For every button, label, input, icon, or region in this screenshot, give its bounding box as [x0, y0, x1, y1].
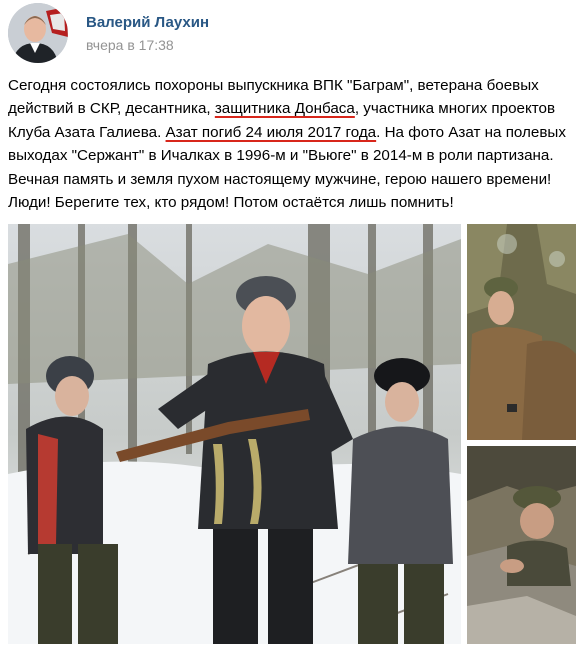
side-photo-top[interactable]	[467, 224, 576, 440]
side-photo-bottom[interactable]	[467, 446, 576, 644]
author-name[interactable]: Валерий Лаухин	[86, 14, 209, 31]
post-text-line: действий в СКР, десантника, защитника До…	[8, 97, 578, 120]
author-avatar[interactable]	[8, 3, 68, 63]
post-text: Сегодня состоялись похороны выпускника В…	[8, 74, 578, 214]
text-segment: действий в СКР, десантника,	[8, 100, 215, 117]
text-segment: Клуба Азата Галиева.	[8, 124, 166, 141]
post-timestamp[interactable]: вчера в 17:38	[86, 37, 174, 53]
text-segment: выходах "Сержант" в Ичалках в 1996-м и "…	[8, 147, 554, 164]
underlined-phrase: Азат погиб 24 июля 2017 года	[166, 124, 377, 141]
post-text-line: Сегодня состоялись похороны выпускника В…	[8, 74, 578, 97]
text-segment: Вечная память и земля пухом настоящему м…	[8, 171, 551, 188]
post-text-line: Клуба Азата Галиева. Азат погиб 24 июля …	[8, 121, 578, 144]
underlined-phrase: защитника Донбаса	[215, 100, 355, 117]
post-text-line: выходах "Сержант" в Ичалках в 1996-м и "…	[8, 144, 578, 167]
text-segment: , участника многих проектов	[355, 100, 555, 117]
post-text-line: Вечная память и земля пухом настоящему м…	[8, 168, 578, 191]
wall-post: Валерий Лаухин вчера в 17:38 Сегодня сос…	[0, 0, 585, 648]
text-segment: Люди! Берегите тех, кто рядом! Потом ост…	[8, 194, 454, 211]
main-photo[interactable]	[8, 224, 461, 644]
post-header: Валерий Лаухин вчера в 17:38	[8, 3, 578, 65]
post-text-line: Люди! Берегите тех, кто рядом! Потом ост…	[8, 191, 578, 214]
text-segment: Сегодня состоялись похороны выпускника В…	[8, 77, 539, 94]
text-segment: . На фото Азат на полевых	[376, 124, 566, 141]
